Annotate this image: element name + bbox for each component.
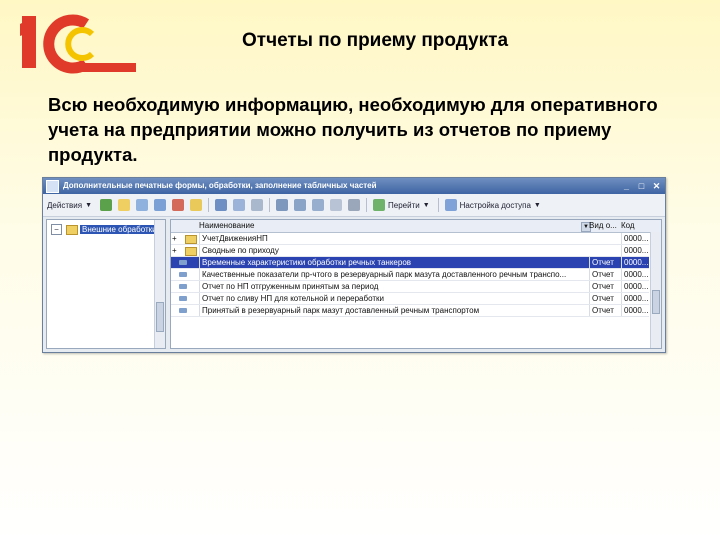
window-content: − Внешние обработки Наименование ▼ Вид о…	[46, 219, 662, 349]
column-header-type[interactable]: Вид о...	[589, 220, 619, 232]
items-list: Наименование ▼ Вид о... Код + УчетДвижен…	[170, 219, 662, 349]
toolbar: Действия ▼ Перейти ▼ Настройка доступа ▼	[43, 194, 665, 217]
1c-logo	[20, 14, 136, 74]
column-header-name[interactable]: Наименование	[199, 220, 585, 232]
chevron-down-icon: ▼	[85, 201, 92, 209]
row-name: Отчет по сливу НП для котельной и перера…	[199, 293, 588, 304]
expand-icon[interactable]: +	[172, 233, 177, 244]
hierarchy-icon[interactable]	[215, 199, 227, 211]
move-to-folder-icon[interactable]	[190, 199, 202, 211]
list-scrollbar[interactable]	[650, 232, 661, 348]
list-row[interactable]: Качественные показатели пр-чтого в резер…	[171, 269, 649, 281]
row-type: Отчет	[589, 269, 622, 280]
tree-view-icon[interactable]	[233, 199, 245, 211]
row-name: Отчет по НП отгруженным принятым за пери…	[199, 281, 588, 292]
refresh-icon[interactable]	[373, 199, 385, 211]
folder-icon	[185, 235, 197, 244]
row-type: Отчет	[589, 305, 622, 316]
row-name: Сводные по приходу	[199, 245, 588, 256]
edit-icon[interactable]	[154, 199, 166, 211]
toolbar-separator	[208, 198, 209, 212]
folder-icon	[185, 247, 197, 256]
report-icon	[179, 260, 187, 265]
find-icon[interactable]	[251, 199, 263, 211]
column-header-code[interactable]: Код	[621, 220, 655, 232]
chevron-down-icon: ▼	[422, 201, 430, 209]
help-icon[interactable]	[444, 199, 457, 211]
scrollbar-thumb[interactable]	[652, 290, 660, 314]
minimize-icon[interactable]: _	[620, 180, 633, 192]
list-row[interactable]: + Сводные по приходу 0000...	[171, 245, 649, 257]
row-name: Временные характеристики обработки речны…	[199, 257, 588, 268]
report-icon	[179, 308, 187, 313]
clear-filter-icon[interactable]	[330, 199, 342, 211]
list-row[interactable]: Принятый в резервуарный парк мазут доста…	[171, 305, 649, 317]
list-row[interactable]: Отчет по НП отгруженным принятым за пери…	[171, 281, 649, 293]
filter-list-icon[interactable]	[312, 199, 324, 211]
row-name: Качественные показатели пр-чтого в резер…	[199, 269, 588, 280]
access-settings-menu[interactable]: Настройка доступа	[460, 201, 531, 210]
tree-node-label[interactable]: Внешние обработки	[80, 225, 159, 234]
list-row-selected[interactable]: Временные характеристики обработки речны…	[171, 257, 649, 269]
slide-body-text: Всю необходимую информацию, необходимую …	[48, 94, 658, 165]
filter-by-value-icon[interactable]	[294, 199, 306, 211]
window-icon	[46, 179, 59, 193]
copy-icon[interactable]	[136, 199, 148, 211]
sort-icon[interactable]	[348, 199, 360, 211]
toolbar-separator	[269, 198, 270, 212]
expand-icon[interactable]: +	[172, 245, 177, 256]
list-header: Наименование ▼ Вид о... Код	[171, 220, 661, 233]
folder-icon	[66, 224, 78, 235]
slide-title: Отчеты по приему продукта	[242, 30, 509, 51]
report-icon	[179, 296, 187, 301]
report-icon	[179, 272, 187, 277]
list-row[interactable]: Отчет по сливу НП для котельной и перера…	[171, 293, 649, 305]
report-icon	[179, 284, 187, 289]
delete-icon[interactable]	[172, 199, 184, 211]
add-icon[interactable]	[100, 199, 112, 211]
folder-tree: − Внешние обработки	[46, 219, 166, 349]
tree-node-external-processing[interactable]: − Внешние обработки	[51, 224, 159, 235]
window-external-processing: Дополнительные печатные формы, обработки…	[42, 177, 666, 353]
row-name: УчетДвиженияНП	[199, 233, 588, 244]
filter-icon[interactable]	[276, 199, 288, 211]
window-titlebar: Дополнительные печатные формы, обработки…	[43, 178, 665, 194]
scrollbar-thumb[interactable]	[156, 302, 164, 332]
add-folder-icon[interactable]	[118, 199, 130, 211]
row-name: Принятый в резервуарный парк мазут доста…	[199, 305, 588, 316]
window-title: Дополнительные печатные формы, обработки…	[63, 181, 377, 190]
actions-menu[interactable]: Действия	[47, 201, 82, 210]
close-icon[interactable]: ✕	[650, 180, 663, 192]
maximize-icon[interactable]: □	[635, 180, 648, 192]
toolbar-separator	[437, 198, 439, 212]
toolbar-separator	[366, 198, 367, 212]
list-row[interactable]: + УчетДвиженияНП 0000...	[171, 233, 649, 245]
row-type: Отчет	[589, 293, 622, 304]
collapse-icon[interactable]: −	[51, 224, 62, 235]
row-type: Отчет	[589, 281, 622, 292]
tree-scrollbar[interactable]	[154, 220, 165, 348]
go-menu[interactable]: Перейти	[388, 201, 420, 210]
chevron-down-icon: ▼	[533, 201, 541, 209]
row-type: Отчет	[589, 257, 622, 268]
